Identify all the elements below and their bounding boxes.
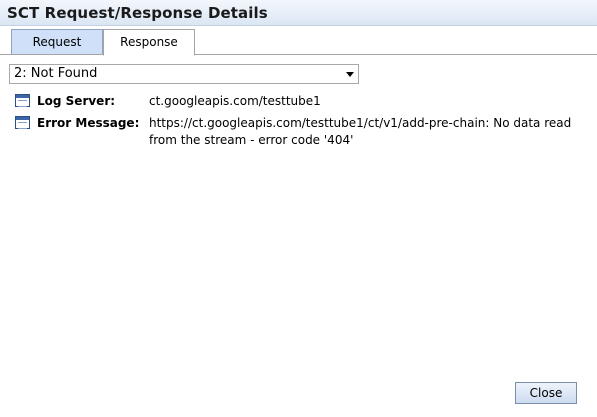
log-server-value: ct.googleapis.com/testtube1	[149, 94, 321, 108]
window-title: SCT Request/Response Details	[7, 4, 268, 22]
chevron-down-icon[interactable]	[346, 72, 354, 77]
error-message-label: Error Message:	[37, 116, 140, 130]
error-message-field-icon	[15, 116, 30, 129]
tab-response[interactable]: Response	[103, 29, 195, 56]
log-server-field-icon	[15, 94, 30, 107]
response-select[interactable]: 2: Not Found	[9, 64, 359, 84]
log-server-label: Log Server:	[37, 94, 116, 108]
error-message-value: https://ct.googleapis.com/testtube1/ct/v…	[149, 116, 572, 147]
tab-request[interactable]: Request	[11, 29, 103, 55]
title-bar: SCT Request/Response Details	[0, 0, 597, 26]
close-button[interactable]: Close	[515, 382, 577, 404]
response-select-value: 2: Not Found	[14, 66, 98, 81]
